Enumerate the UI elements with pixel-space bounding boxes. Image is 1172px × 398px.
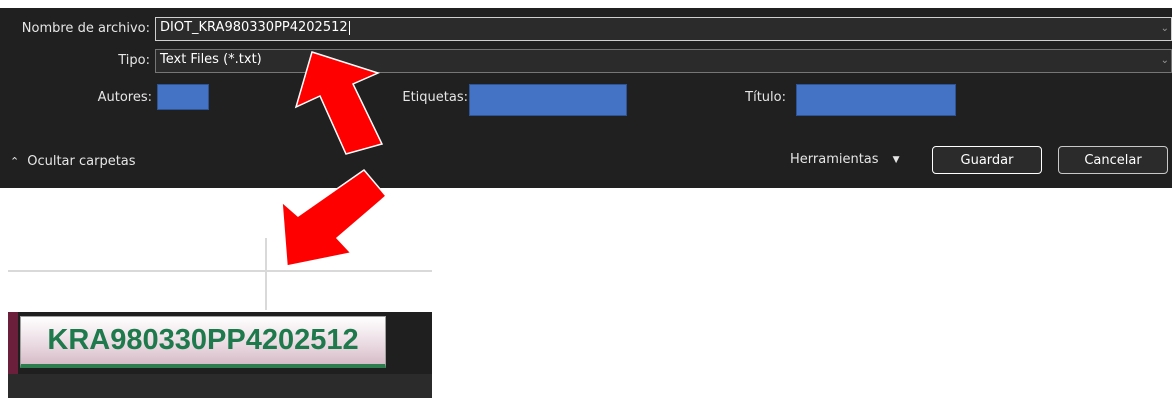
arrow-down-to-sheet-tab (281, 168, 388, 267)
annotation-arrows (281, 51, 388, 267)
arrow-up-to-filename (294, 51, 384, 155)
